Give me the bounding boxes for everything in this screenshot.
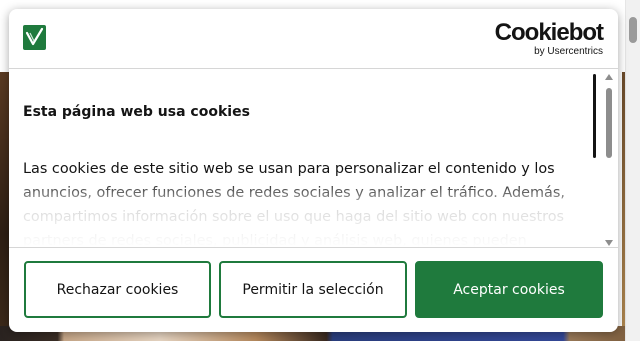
dialog-header: Cookiebot by Usercentrics	[9, 9, 618, 69]
body-scroll-indicator	[593, 74, 596, 158]
accept-cookies-button[interactable]: Aceptar cookies	[415, 261, 603, 318]
scroll-up-arrow-icon[interactable]	[605, 74, 613, 80]
body-scrollbar-thumb[interactable]	[606, 88, 612, 158]
text-fade-overlay	[9, 180, 599, 247]
dialog-body[interactable]: Esta página web usa cookies Las cookies …	[9, 70, 618, 247]
page-scrollbar-thumb[interactable]	[629, 17, 637, 43]
page-scrollbar[interactable]	[625, 0, 640, 341]
scroll-down-arrow-icon[interactable]	[605, 240, 613, 246]
cookiebot-logo[interactable]: Cookiebot by Usercentrics	[494, 19, 604, 58]
dialog-footer: Rechazar cookies Permitir la selección A…	[9, 247, 618, 332]
allow-selection-button[interactable]: Permitir la selección	[219, 261, 407, 318]
reject-cookies-button[interactable]: Rechazar cookies	[24, 261, 211, 318]
dialog-title: Esta página web usa cookies	[23, 104, 250, 120]
green-check-logo-icon	[23, 25, 46, 50]
cookiebot-wordmark: Cookiebot	[494, 19, 604, 46]
cookie-consent-dialog: Cookiebot by Usercentrics Esta página we…	[9, 9, 618, 332]
cookiebot-byline: by Usercentrics	[534, 46, 603, 57]
